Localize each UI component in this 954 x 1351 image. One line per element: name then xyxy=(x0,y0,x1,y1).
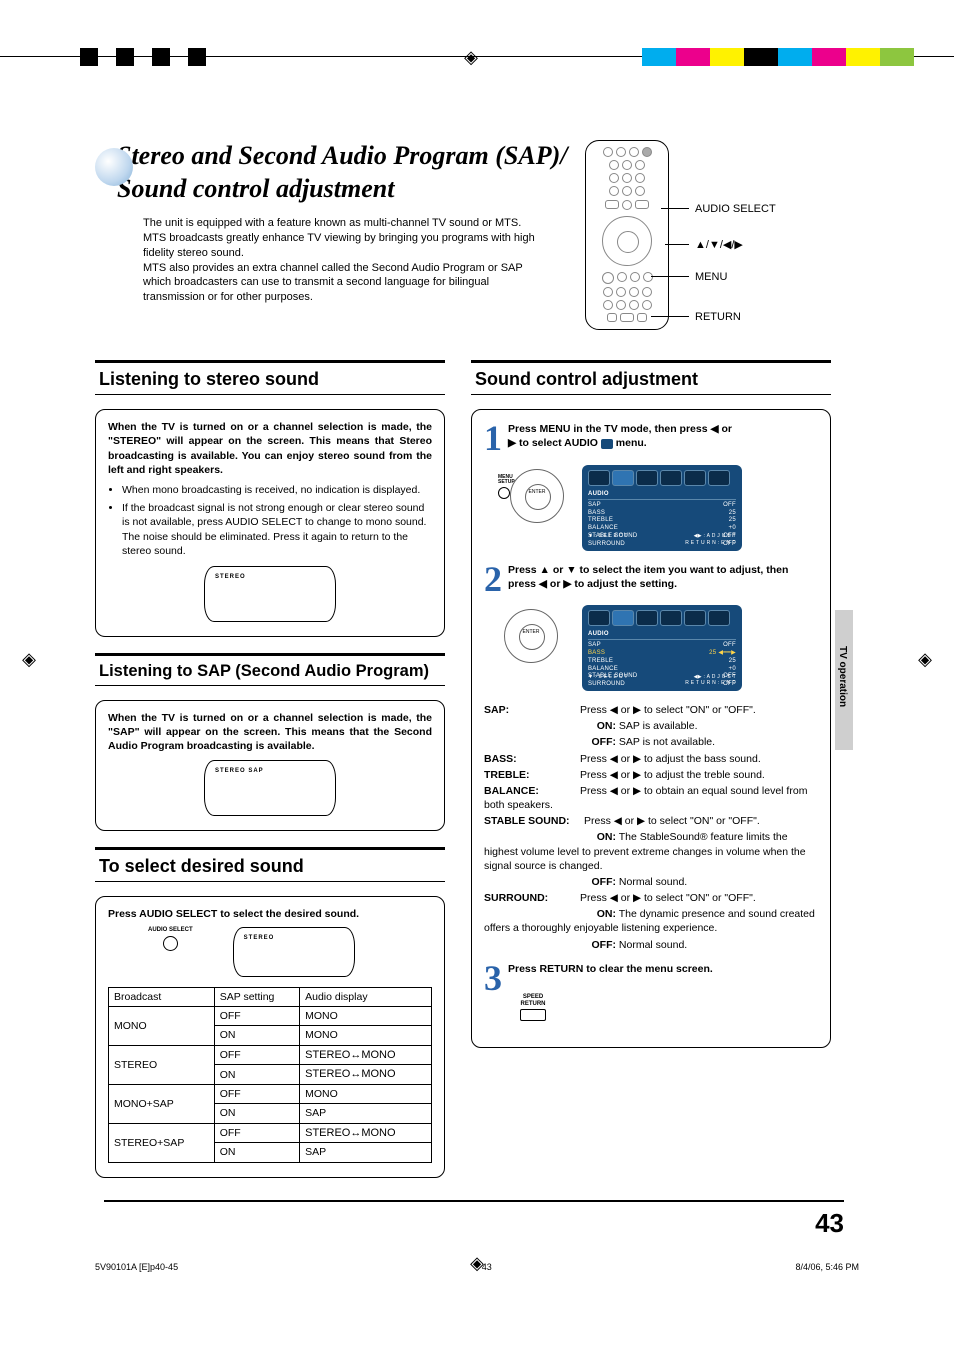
return-button-icon: SPEED RETURN xyxy=(520,994,546,1021)
black-bars xyxy=(80,48,224,66)
stereo-bullet-1: When mono broadcasting is received, no i… xyxy=(122,483,432,497)
stereo-bullet-2: If the broadcast signal is not strong en… xyxy=(122,501,432,558)
remote-label-arrows: ▲/▼/◀/▶ xyxy=(695,238,743,253)
right-column: Sound control adjustment 1 Press MENU in… xyxy=(471,360,831,1194)
footer: 5V90101A [E]p40-45 43 8/4/06, 5:46 PM ◈ xyxy=(95,1261,859,1273)
box-select: Press AUDIO SELECT to select the desired… xyxy=(95,896,445,1178)
tv-screen-stereo: STEREO xyxy=(204,566,336,622)
nav-pad-icon: MENU SETUP xyxy=(500,465,572,525)
registration-strip: ◈ xyxy=(0,44,954,70)
page: ◈ ◈ ◈ Stereo and Second Audio Program (S… xyxy=(0,0,954,1351)
step-1: 1 Press MENU in the TV mode, then press … xyxy=(484,422,818,454)
stereo-lead: When the TV is turned on or a channel se… xyxy=(108,420,432,477)
side-tab: TV operation xyxy=(835,610,853,750)
box-stereo: When the TV is turned on or a channel se… xyxy=(95,409,445,637)
step-3-number: 3 xyxy=(484,962,502,994)
footer-right: 8/4/06, 5:46 PM xyxy=(795,1261,859,1273)
tv-screen-select: STEREO xyxy=(233,927,355,977)
page-number: 43 xyxy=(815,1206,844,1241)
registration-mark-top: ◈ xyxy=(460,46,482,68)
th-sap-setting: SAP setting xyxy=(214,988,299,1007)
th-broadcast: Broadcast xyxy=(109,988,215,1007)
remote-label-return: RETURN xyxy=(695,310,741,325)
select-instruction: Press AUDIO SELECT to select the desired… xyxy=(108,907,432,921)
audio-display-table: Broadcast SAP setting Audio display MONO… xyxy=(108,987,432,1163)
remote-label-audio-select: AUDIO SELECT xyxy=(695,202,776,217)
intro-text: The unit is equipped with a feature know… xyxy=(143,216,543,305)
box-sound-control: 1 Press MENU in the TV mode, then press … xyxy=(471,409,831,1048)
left-column: Listening to stereo sound When the TV is… xyxy=(95,360,445,1194)
registration-mark-right: ◈ xyxy=(914,648,936,670)
tv-screen-sap: STEREO SAP xyxy=(204,760,336,816)
step-2: 2 Press ▲ or ▼ to select the item you wa… xyxy=(484,563,818,595)
content-area: Stereo and Second Audio Program (SAP)/ S… xyxy=(95,140,835,316)
registration-mark-left: ◈ xyxy=(18,648,40,670)
section-head-select: To select desired sound xyxy=(95,847,445,882)
sap-lead: When the TV is turned on or a channel se… xyxy=(108,711,432,754)
definitions: SAP:Press ◀ or ▶ to select "ON" or "OFF"… xyxy=(484,703,818,952)
title-orb-icon xyxy=(95,148,133,186)
color-bars xyxy=(642,48,914,66)
remote-label-menu: MENU xyxy=(695,270,727,285)
stereo-bullets: When mono broadcasting is received, no i… xyxy=(108,483,432,558)
osd-menu-1: AUDIO SAPOFF BASS25 TREBLE25 BALANCE+0 S… xyxy=(582,465,742,551)
step-1-number: 1 xyxy=(484,422,502,454)
step-3: 3 Press RETURN to clear the menu screen.… xyxy=(484,962,818,1022)
registration-mark-bottom: ◈ xyxy=(470,1251,484,1275)
footer-left: 5V90101A [E]p40-45 xyxy=(95,1261,178,1273)
section-head-sound-control: Sound control adjustment xyxy=(471,360,831,395)
box-sap: When the TV is turned on or a channel se… xyxy=(95,700,445,831)
audio-select-button-icon: AUDIO SELECT xyxy=(148,927,193,951)
nav-pad-icon-2 xyxy=(500,605,572,665)
step-2-number: 2 xyxy=(484,563,502,595)
th-audio-display: Audio display xyxy=(300,988,432,1007)
section-head-sap: Listening to SAP (Second Audio Program) xyxy=(95,653,445,686)
osd-menu-2: AUDIO SAPOFF BASS25 ◀━━▶ TREBLE25 BALANC… xyxy=(582,605,742,691)
section-head-stereo: Listening to stereo sound xyxy=(95,360,445,395)
remote-diagram: AUDIO SELECT ▲/▼/◀/▶ MENU RETURN xyxy=(585,140,845,340)
